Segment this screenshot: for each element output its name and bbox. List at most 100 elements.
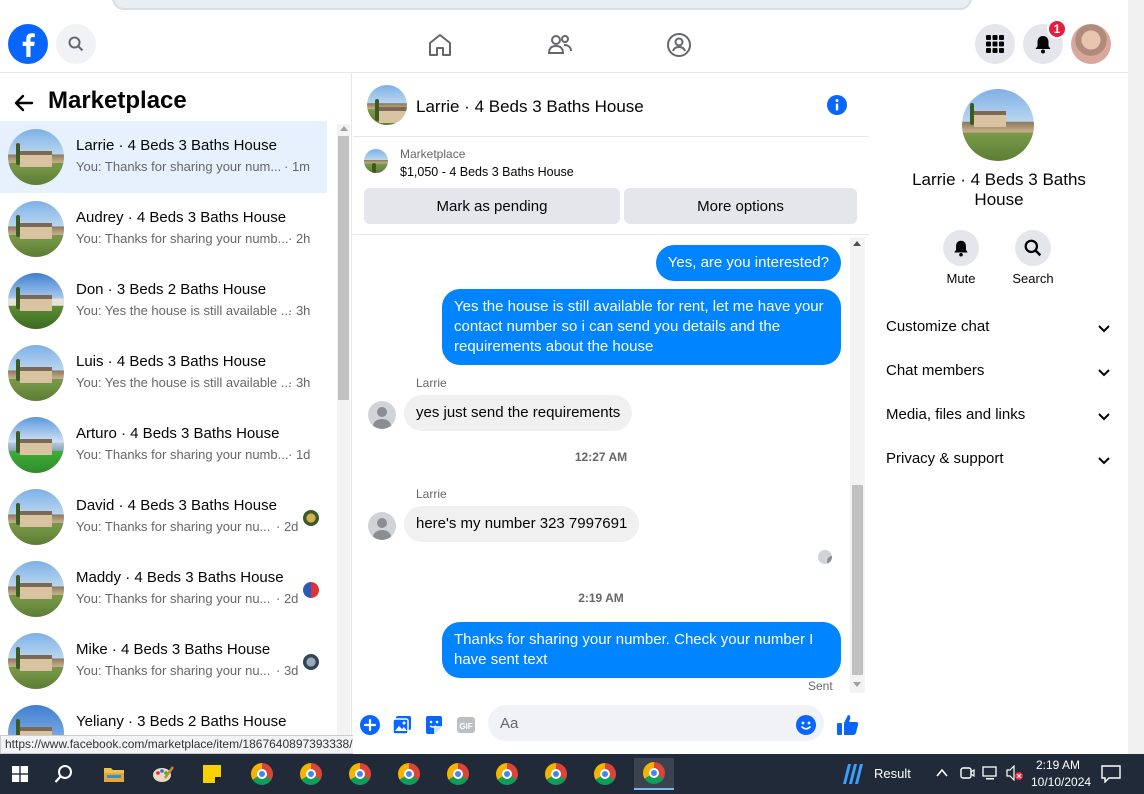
clock-date[interactable]: 10/10/2024 (1031, 775, 1091, 789)
groups-icon[interactable] (665, 31, 693, 59)
chrome-icon[interactable] (536, 758, 576, 790)
paint-icon[interactable] (143, 758, 183, 790)
photo-icon[interactable] (392, 715, 412, 735)
chevron-down-icon (1098, 457, 1110, 465)
conversation-item[interactable]: Arturo · 4 Beds 3 Baths House You: Thank… (0, 409, 327, 481)
chrome-icon[interactable] (438, 758, 478, 790)
message-outgoing: Yes, are you interested? (655, 245, 841, 281)
conversation-time: · 3h (288, 375, 311, 390)
conversation-item[interactable]: Don · 3 Beds 2 Baths House You: Yes the … (0, 265, 327, 337)
conversation-preview: You: Yes the house is still available ..… (76, 303, 292, 318)
file-explorer-icon[interactable] (94, 758, 134, 790)
chrome-icon[interactable] (389, 758, 429, 790)
chrome-icon[interactable] (585, 758, 625, 790)
plus-icon[interactable] (360, 715, 380, 735)
meet-now-icon[interactable] (959, 765, 975, 781)
info-icon[interactable] (827, 95, 847, 115)
conversation-name: Arturo · 4 Beds 3 Baths House (76, 425, 280, 442)
message-input[interactable] (488, 705, 824, 741)
media-files-links-row[interactable]: Media, files and links (886, 406, 1112, 430)
chevron-up-icon[interactable] (935, 766, 949, 780)
conversation-preview: You: Thanks for sharing your num... (76, 159, 282, 174)
conversation-avatar (8, 273, 64, 329)
conversation-item[interactable]: David · 4 Beds 3 Baths House You: Thanks… (0, 481, 327, 553)
thumbs-up-icon[interactable] (836, 713, 860, 737)
marketplace-sidebar: Marketplace Larrie · 4 Beds 3 Baths Hous… (0, 73, 352, 754)
conversation-item[interactable]: Larrie · 4 Beds 3 Baths House You: Thank… (0, 121, 327, 193)
bell-icon (954, 240, 968, 257)
conversation-name: Don · 3 Beds 2 Baths House (76, 281, 267, 298)
read-receipt-avatar (818, 550, 832, 564)
emoji-icon[interactable] (796, 715, 816, 735)
weather-widget-icon[interactable] (842, 762, 866, 786)
scrollbar-thumb[interactable] (852, 485, 863, 675)
scroll-up-arrow-icon[interactable] (853, 241, 861, 246)
conversation-name: David · 4 Beds 3 Baths House (76, 497, 277, 514)
conversation-preview: You: Thanks for sharing your numb... (76, 231, 289, 246)
sender-avatar[interactable] (368, 401, 396, 429)
chat-avatar[interactable] (367, 85, 407, 125)
scrollbar-thumb[interactable] (338, 136, 349, 400)
mark-as-pending-button[interactable]: Mark as pending (364, 188, 620, 224)
conversation-name: Mike · 4 Beds 3 Baths House (76, 641, 271, 658)
chevron-down-icon (1098, 413, 1110, 421)
chat-title[interactable]: Larrie · 4 Beds 3 Baths House (416, 97, 644, 117)
conversation-time: · 2h (288, 231, 311, 246)
privacy-support-row[interactable]: Privacy & support (886, 450, 1112, 474)
chrome-icon[interactable] (634, 758, 674, 790)
chrome-icon[interactable] (242, 758, 282, 790)
svg-text:GIF: GIF (459, 722, 472, 731)
sidebar-scrollbar[interactable] (337, 124, 350, 754)
info-avatar[interactable] (962, 89, 1034, 161)
conversation-item[interactable]: Maddy · 4 Beds 3 Baths House You: Thanks… (0, 553, 327, 625)
listing-thumbnail[interactable] (364, 149, 388, 173)
search-in-conversation-button[interactable] (1015, 230, 1051, 266)
network-icon[interactable] (982, 765, 1000, 781)
row-label: Media, files and links (886, 406, 1026, 423)
facebook-logo-icon[interactable] (8, 24, 48, 64)
page-scrollbar[interactable] (1128, 16, 1144, 754)
conversation-item[interactable]: Audrey · 4 Beds 3 Baths House You: Thank… (0, 193, 327, 265)
listing-source: Marketplace (400, 147, 466, 161)
home-icon[interactable] (426, 31, 454, 59)
search-icon[interactable] (44, 758, 84, 790)
listing-summary[interactable]: $1,050 - 4 Beds 3 Baths House (400, 165, 574, 179)
volume-muted-icon[interactable] (1006, 764, 1024, 782)
conversation-avatar (8, 129, 64, 185)
gif-icon[interactable]: GIF (456, 715, 476, 735)
seen-avatar (303, 582, 319, 598)
chat-scrollbar[interactable] (850, 237, 865, 693)
profile-avatar[interactable] (1071, 24, 1111, 64)
widget-label[interactable]: Result (874, 766, 911, 781)
menu-button[interactable] (975, 24, 1015, 64)
message-incoming: here's my number 323 7997691 (404, 506, 640, 542)
mute-button[interactable] (943, 230, 979, 266)
conversation-item[interactable]: Luis · 4 Beds 3 Baths House You: Yes the… (0, 337, 327, 409)
scroll-down-arrow-icon[interactable] (853, 682, 861, 687)
conversation-time: · 2d (276, 519, 299, 534)
sender-avatar[interactable] (368, 512, 396, 540)
message-sender: Larrie (416, 376, 447, 390)
back-arrow-icon[interactable] (12, 91, 36, 115)
customize-chat-row[interactable]: Customize chat (886, 318, 1112, 342)
conversation-item[interactable]: Mike · 4 Beds 3 Baths House You: Thanks … (0, 625, 327, 697)
row-label: Chat members (886, 362, 985, 379)
sticky-notes-icon[interactable] (192, 758, 232, 790)
chrome-icon[interactable] (487, 758, 527, 790)
clock-time[interactable]: 2:19 AM (1036, 758, 1080, 772)
chevron-down-icon (1098, 325, 1110, 333)
windows-start-icon[interactable] (0, 758, 40, 790)
scroll-up-arrow-icon[interactable] (340, 126, 348, 131)
chat-members-row[interactable]: Chat members (886, 362, 1112, 386)
notification-center-icon[interactable] (1101, 765, 1121, 784)
more-options-button[interactable]: More options (624, 188, 857, 224)
conversation-avatar (8, 489, 64, 545)
link-status-url: https://www.facebook.com/marketplace/ite… (0, 735, 378, 754)
search-button[interactable] (56, 24, 96, 64)
conversation-preview: You: Thanks for sharing your numb... (76, 447, 289, 462)
friends-icon[interactable] (546, 31, 574, 59)
address-bar[interactable] (112, 0, 972, 10)
chrome-icon[interactable] (340, 758, 380, 790)
chrome-icon[interactable] (291, 758, 331, 790)
sticker-icon[interactable] (424, 715, 444, 735)
